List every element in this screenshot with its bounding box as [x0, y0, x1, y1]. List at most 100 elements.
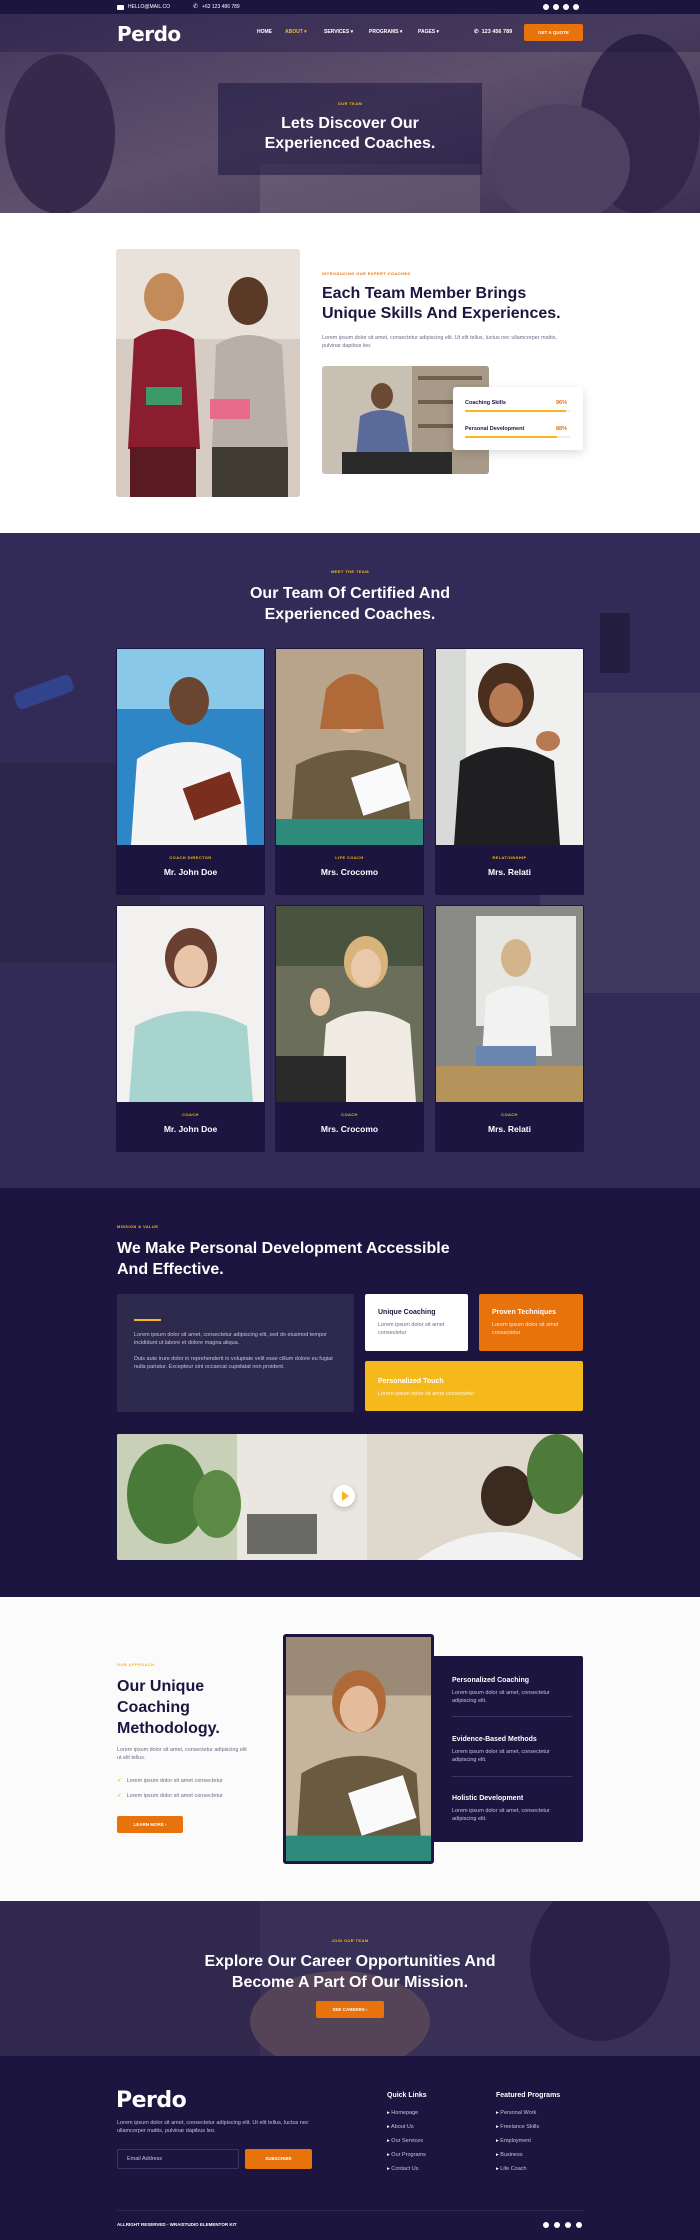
check-item: ✓ Lorem ipsum dolor sit amet consectetur — [117, 1793, 223, 1799]
youtube-icon[interactable] — [563, 4, 569, 10]
footer-link[interactable]: ▸ Homepage — [387, 2106, 426, 2120]
team-member-photo — [436, 906, 583, 1102]
top-bar-phone[interactable]: ✆ +62 123 486 789 — [193, 3, 240, 11]
feature-text: Lorem ipsum dolor sit amet consectetur — [492, 1322, 559, 1336]
method-kicker: OUR APPROACH — [117, 1662, 155, 1667]
team-member-photo — [117, 906, 264, 1102]
feature-title: Unique Coaching — [378, 1309, 436, 1316]
method-photo — [283, 1634, 434, 1864]
divider — [452, 1776, 572, 1777]
check-item: ✓ Lorem ipsum dolor sit amet consectetur — [117, 1778, 223, 1784]
method-item-title: Evidence-Based Methods — [452, 1736, 537, 1743]
phone-icon: ✆ — [193, 3, 199, 10]
feature-box-personalized[interactable] — [365, 1361, 583, 1411]
team-member-name: Mrs. Relati — [488, 867, 531, 877]
footer-logo[interactable]: Perdo — [116, 2088, 187, 2113]
nav-home[interactable]: HOME — [257, 29, 285, 35]
phone-icon: ✆ — [474, 29, 479, 35]
team-member-photo — [436, 649, 583, 845]
subscribe-button[interactable]: SUBSCRIBE — [245, 2149, 312, 2169]
mission-paragraph: Lorem ipsum dolor sit amet, consectetur … — [134, 1332, 327, 1346]
team-member-photo — [276, 906, 423, 1102]
feature-title: Personalized Touch — [378, 1378, 444, 1385]
quick-links-list: ▸ Homepage ▸ About Us ▸ Our Services ▸ O… — [387, 2106, 426, 2176]
method-item-text: Lorem ipsum dolor sit amet, consectetur … — [452, 1808, 550, 1822]
top-bar — [0, 0, 700, 14]
accent-line — [134, 1319, 161, 1321]
twitter-icon[interactable] — [553, 4, 559, 10]
nav-pages[interactable]: PAGES ▾ — [418, 29, 454, 35]
mission-kicker: MISSION & VALUE — [117, 1224, 159, 1229]
mission-text-card — [117, 1294, 354, 1412]
skill-value: 96% — [556, 400, 568, 406]
learn-more-button[interactable]: LEARN MORE › — [117, 1816, 183, 1833]
footer-link[interactable]: ▸ Freelance Skills — [496, 2120, 539, 2134]
footer-link[interactable]: ▸ Our Services — [387, 2134, 426, 2148]
about-kicker: INTRODUCING OUR EXPERT COACHES — [322, 271, 411, 276]
method-item-title: Personalized Coaching — [452, 1677, 530, 1684]
footer-link[interactable]: ▸ Contact Us — [387, 2162, 426, 2176]
footer-link[interactable]: ▸ Personal Work — [496, 2106, 539, 2120]
skill-label: Personal Development — [465, 426, 525, 432]
pinterest-icon[interactable] — [573, 4, 579, 10]
footer-email-input[interactable]: Email Address — [117, 2149, 239, 2169]
top-bar-email[interactable]: HELLO@MAIL.CO — [117, 4, 170, 10]
twitter-icon[interactable] — [554, 2222, 560, 2228]
skill-label: Coaching Skills — [465, 400, 506, 406]
method-item-text: Lorem ipsum dolor sit amet, consectetur … — [452, 1749, 550, 1763]
top-bar-social — [543, 4, 579, 10]
about-text: Lorem ipsum dolor sit amet, consectetur … — [322, 335, 557, 349]
method-text: Lorem ipsum dolor sit amet, consectetur … — [117, 1747, 247, 1761]
about-title: Each Team Member Brings Unique Skills An… — [322, 285, 561, 322]
arrow-right-icon: › — [165, 1822, 167, 1827]
nav-programs[interactable]: PROGRAMS ▾ — [369, 29, 418, 35]
nav-services[interactable]: SERVICES ▾ — [324, 29, 369, 35]
play-button[interactable] — [333, 1485, 355, 1507]
facebook-icon[interactable] — [543, 4, 549, 10]
featured-programs-list: ▸ Personal Work ▸ Freelance Skills ▸ Emp… — [496, 2106, 539, 2176]
team-member-photo — [276, 649, 423, 845]
pinterest-icon[interactable] — [576, 2222, 582, 2228]
check-icon: ✓ — [117, 1778, 122, 1784]
site-logo[interactable]: Perdo — [117, 22, 181, 46]
career-title: Explore Our Career Opportunities And Bec… — [204, 1953, 496, 1991]
team-member-name: Mrs. Crocomo — [320, 1124, 379, 1134]
footer-link[interactable]: ▸ Employment — [496, 2134, 539, 2148]
hero-kicker: OUR TEAM — [337, 101, 363, 106]
mission-paragraph: Duis aute irure dolor in reprehenderit i… — [134, 1356, 333, 1370]
arrow-right-icon: › — [366, 2007, 368, 2012]
team-member-role: COACH — [341, 1112, 358, 1117]
mission-title: We Make Personal Development Accessible … — [117, 1240, 450, 1278]
skill-bar-fill — [465, 410, 566, 412]
see-careers-button[interactable]: SEE CAREERS › — [316, 2001, 384, 2018]
footer-link[interactable]: ▸ Business — [496, 2148, 539, 2162]
feature-text: Lorem ipsum dolor sit amet consectetur — [378, 1391, 475, 1397]
footer-link[interactable]: ▸ Our Programs — [387, 2148, 426, 2162]
check-icon: ✓ — [117, 1793, 122, 1799]
footer — [0, 2056, 700, 2240]
team-member-role: LIFE COACH — [335, 855, 364, 860]
quick-links-title: Quick Links — [387, 2092, 427, 2099]
nav-phone[interactable]: ✆ 123 456 789 — [474, 29, 512, 35]
method-item-title: Holistic Development — [452, 1795, 524, 1802]
team-member-name: Mrs. Relati — [488, 1124, 531, 1134]
method-title: Our Unique Coaching Methodology. — [117, 1678, 220, 1737]
team-member-photo — [117, 649, 264, 845]
footer-link[interactable]: ▸ About Us — [387, 2120, 426, 2134]
nav-about[interactable]: ABOUT ▾ — [285, 29, 324, 35]
footer-social — [543, 2222, 582, 2228]
team-title: Our Team Of Certified And Experienced Co… — [249, 585, 450, 623]
get-quote-button[interactable]: GET A QUOTE — [524, 24, 583, 41]
skill-value: 88% — [556, 426, 568, 432]
footer-link[interactable]: ▸ Life Coach — [496, 2162, 539, 2176]
footer-divider — [117, 2210, 583, 2211]
team-member-name: Mr. John Doe — [163, 867, 218, 877]
about-photo — [116, 249, 300, 497]
featured-programs-title: Featured Programs — [496, 2092, 561, 2099]
team-member-role: COACH — [182, 1112, 199, 1117]
team-member-role: RELATIONSHIP — [492, 855, 527, 860]
play-icon — [342, 1491, 349, 1501]
youtube-icon[interactable] — [565, 2222, 571, 2228]
team-member-name: Mr. John Doe — [163, 1124, 218, 1134]
facebook-icon[interactable] — [543, 2222, 549, 2228]
